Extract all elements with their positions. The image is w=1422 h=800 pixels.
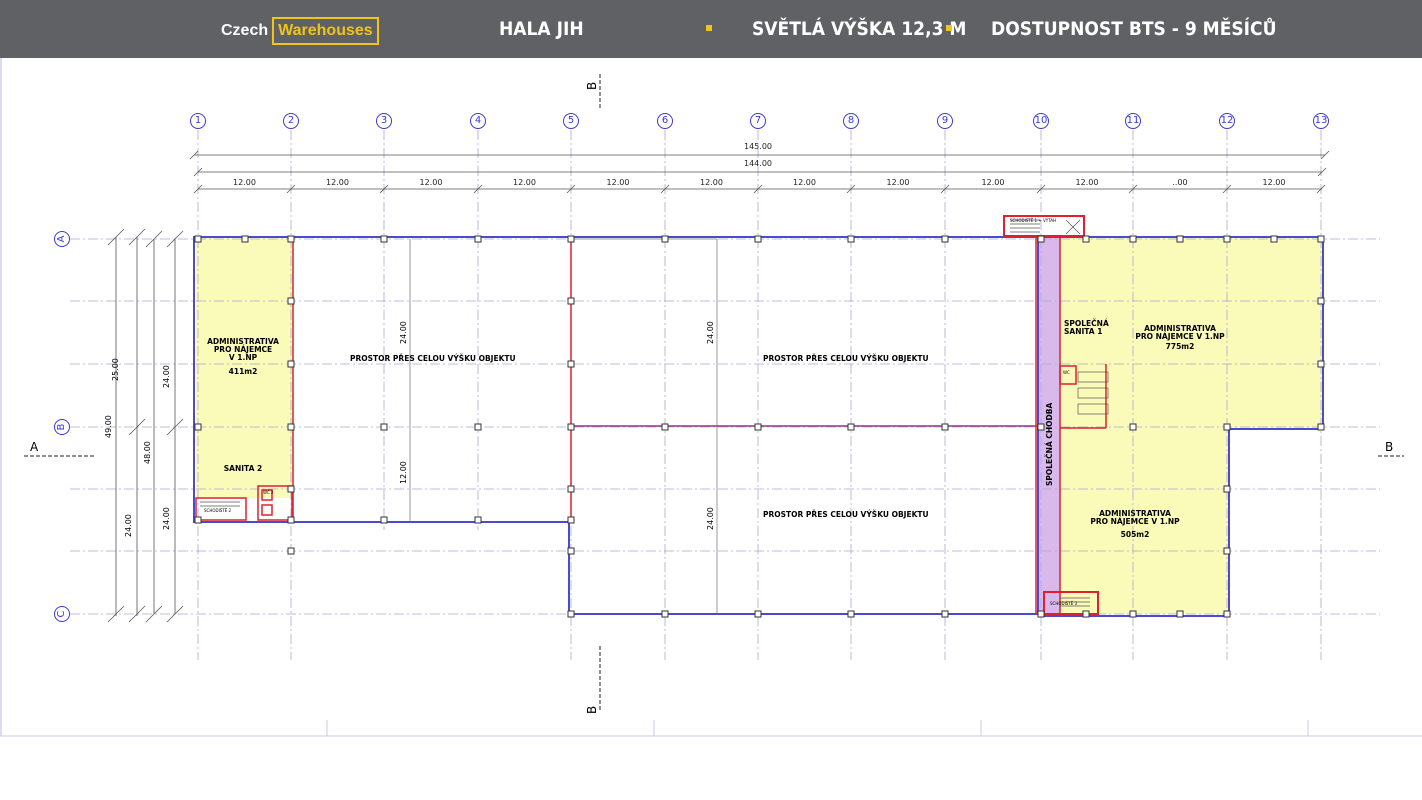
row-axis-A: A — [54, 231, 70, 247]
dim-inner-12: 12.00 — [399, 461, 408, 484]
bullet-icon — [946, 25, 952, 31]
section-mark-a-left: A — [30, 440, 39, 454]
column-axis-3: 3 — [376, 113, 392, 129]
dim-inner-24-2: 24.00 — [706, 321, 715, 344]
column-axis-8: 8 — [843, 113, 859, 129]
bay-dim-5: 12.00 — [606, 178, 630, 187]
room-space-2: PROSTOR PŘES CELOU VÝŠKU OBJEKTU — [763, 354, 929, 363]
dim-left-48: 48.00 — [143, 441, 152, 464]
column-axis-5: 5 — [563, 113, 579, 129]
room-space-1: PROSTOR PŘES CELOU VÝŠKU OBJEKTU — [350, 354, 516, 363]
room-space-3: PROSTOR PŘES CELOU VÝŠKU OBJEKTU — [763, 510, 929, 519]
column-axis-1: 1 — [190, 113, 206, 129]
label-stair-bottom: SCHODIŠTĚ 3 — [1050, 601, 1078, 606]
bay-dim-1: 12.00 — [233, 178, 256, 187]
availability: DOSTUPNOST BTS - 9 MĚSÍCŮ — [991, 18, 1277, 40]
room-admin-ne: ADMINISTRATIVA PRO NÁJEMCE V 1.NP 775m2 — [1135, 324, 1225, 351]
label-wc2: WC 2 — [263, 490, 274, 495]
dim-left-25: 25.00 — [111, 358, 120, 381]
header-bar: Czech Warehouses HALA JIH SVĚTLÁ VÝŠKA 1… — [0, 0, 1422, 58]
column-axis-10: 10 — [1033, 113, 1049, 129]
column-axis-13: 13 — [1313, 113, 1329, 129]
bay-dim-6: 12.00 — [700, 178, 723, 187]
section-mark-b-bottom: B — [585, 705, 599, 714]
column-axis-4: 4 — [470, 113, 486, 129]
room-admin-left: ADMINISTRATIVA PRO NÁJEMCE V 1.NP 411m2 — [207, 337, 279, 376]
room-sanita2: SANITA 2 — [223, 464, 263, 473]
section-mark-a-right: B — [1385, 440, 1394, 454]
dim-left-24c: 24.00 — [162, 507, 171, 530]
bay-dim-2: 12.00 — [326, 178, 349, 187]
bay-dim-7: 12.00 — [793, 178, 816, 187]
dim-left-49: 49.00 — [104, 415, 113, 438]
room-admin-se: ADMINISTRATIVA PRO NÁJEMCE V 1.NP 505m2 — [1090, 509, 1180, 539]
bay-dim-11: ..00 — [1172, 178, 1188, 187]
logo-text-warehouses: Warehouses — [272, 17, 379, 45]
column-axis-2: 2 — [283, 113, 299, 129]
bay-dim-8: 12.00 — [886, 178, 910, 187]
bay-dim-3: 12.00 — [419, 178, 443, 187]
floor-plan: 1 2 3 4 5 6 7 8 9 10 11 12 13 ABC 12.00 12.00 12.00 12.… — [0, 58, 1422, 738]
label-stair-top: SCHODIŠTĚ 1 + VÝTAH — [1010, 218, 1057, 223]
row-axis-C: C — [54, 606, 70, 622]
company-logo: Czech Warehouses — [221, 16, 379, 46]
bullet-icon — [706, 25, 712, 31]
bay-dim-9: 12.00 — [981, 178, 1005, 187]
label-wc1: WC — [1063, 370, 1070, 375]
column-axis-7: 7 — [750, 113, 766, 129]
dim-left-24b: 24.00 — [124, 514, 133, 537]
dim-total-outer: 145.00 — [744, 142, 772, 151]
dim-inner-24-1: 24.00 — [399, 321, 408, 344]
column-axis-9: 9 — [937, 113, 953, 129]
hall-name: HALA JIH — [499, 18, 584, 40]
logo-text-czech: Czech — [221, 22, 269, 39]
dim-inner-24-3: 24.00 — [706, 507, 715, 530]
room-corridor: SPOLEČNÁ CHODBA — [1045, 402, 1054, 486]
dim-left-24a: 24.00 — [162, 365, 171, 388]
column-axis-6: 6 — [657, 113, 673, 129]
label-stair-left: SCHODIŠTĚ 2 — [204, 508, 232, 513]
column-axis-11: 11 — [1125, 113, 1141, 129]
bay-dim-12: 12.00 — [1262, 178, 1286, 187]
row-axis-B: B — [54, 419, 70, 435]
clear-height: SVĚTLÁ VÝŠKA 12,3 M — [752, 18, 967, 40]
column-axis-12: 12 — [1219, 113, 1235, 129]
dim-total-inner: 144.00 — [744, 159, 772, 168]
bay-dim-10: 12.00 — [1075, 178, 1099, 187]
room-sanita1: SPOLEČNÁ SANITA 1 — [1064, 319, 1109, 336]
section-mark-b-top: B — [585, 81, 599, 90]
bay-dim-4: 12.00 — [513, 178, 536, 187]
